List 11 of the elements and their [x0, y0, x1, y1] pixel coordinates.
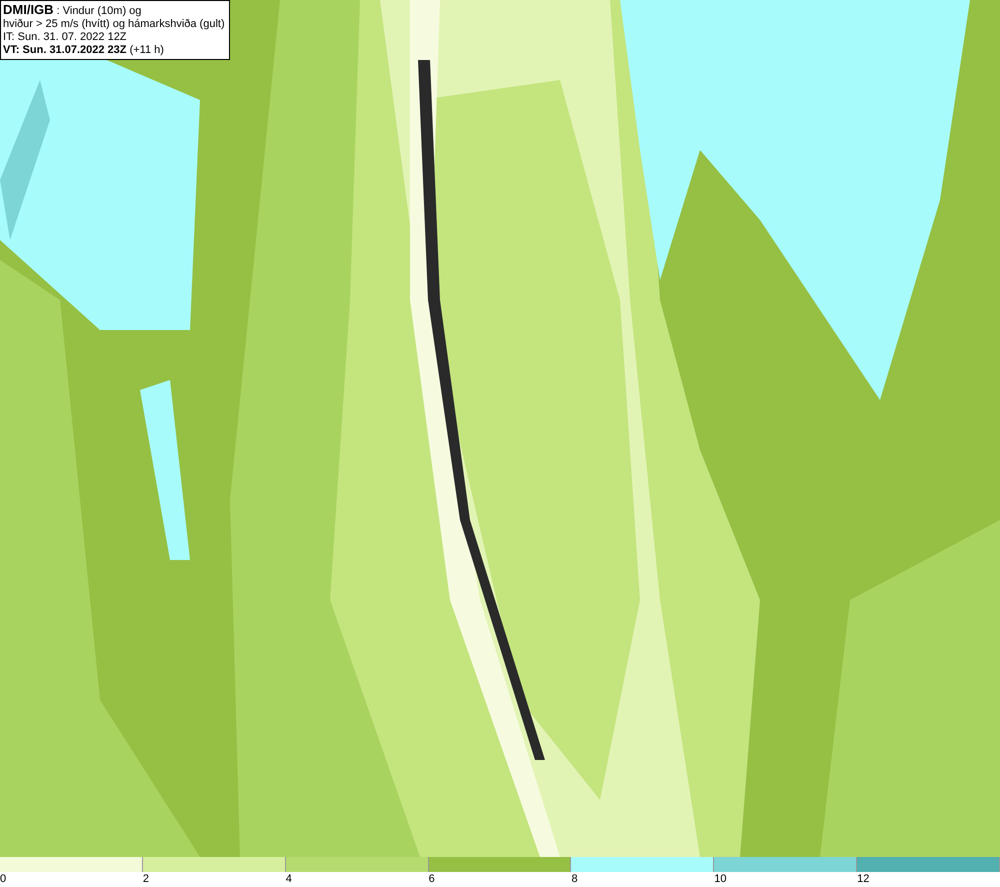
info-text: IT: Sun. 31. 07. 2022 12Z	[3, 31, 128, 44]
legend-label: 6	[428, 873, 435, 885]
legend-label: 10	[714, 873, 727, 885]
info-text: VT: Sun. 31.07.2022 23Z (+11 h)	[3, 44, 165, 57]
legend-label: 0	[0, 873, 6, 885]
legend-label: 12	[857, 873, 870, 885]
legend-label: 4	[286, 873, 292, 885]
info-text: DMI/IGB : Vindur (10m) og	[3, 3, 142, 18]
info-text: hviður > 25 m/s (hvítt) og hámarkshviða (gult)	[3, 18, 225, 31]
legend-label: 8	[571, 873, 578, 885]
legend-label: 2	[142, 873, 149, 885]
